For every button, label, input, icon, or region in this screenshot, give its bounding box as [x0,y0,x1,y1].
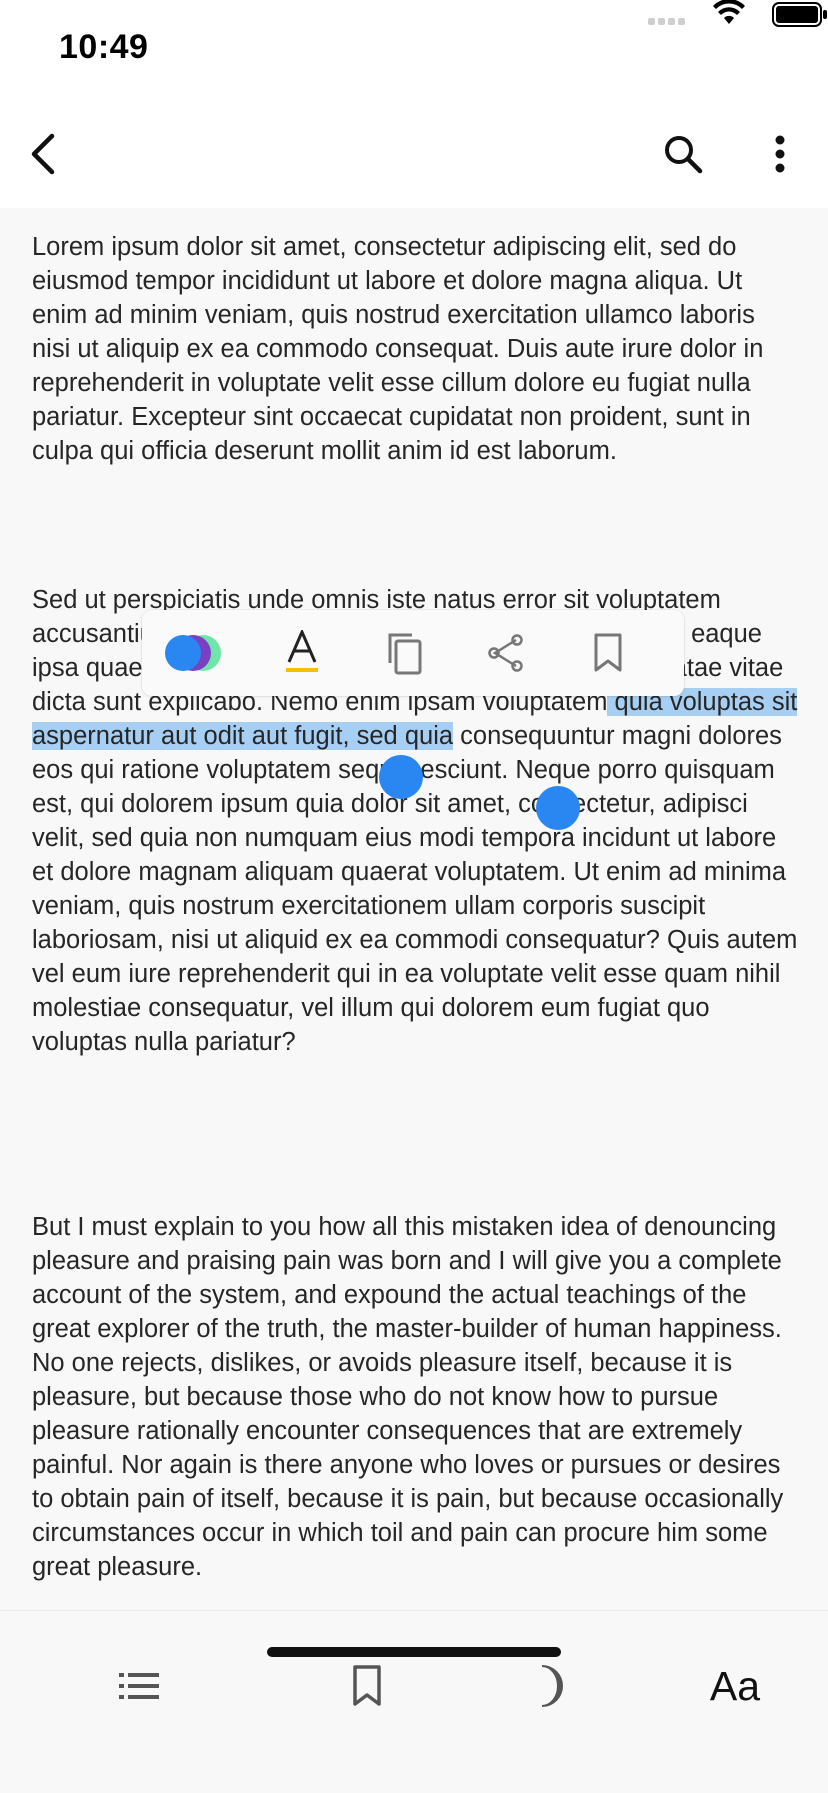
status-bar: 10:49 [0,0,828,100]
back-button[interactable] [12,122,76,186]
bottom-toolbar: Aa [0,1610,828,1793]
night-mode-button[interactable] [505,1651,595,1721]
home-indicator [267,1647,561,1657]
copy-button[interactable] [364,610,444,696]
selection-toolbar [142,610,684,696]
wifi-icon [713,0,745,24]
font-settings-button[interactable]: Aa [690,1651,780,1721]
add-bookmark-button[interactable] [568,610,648,696]
search-button[interactable] [651,122,715,186]
share-icon [488,634,523,672]
night-mode-moon-icon [541,1665,563,1707]
selection-end-handle[interactable] [536,786,580,830]
selection-start-handle[interactable] [379,755,423,799]
chevron-left-icon [31,133,55,175]
reader-content[interactable]: Lorem ipsum dolor sit amet, consectetur … [0,208,828,1610]
toc-list-icon [119,1673,159,1699]
text-underline-icon [286,630,318,672]
table-of-contents-button[interactable] [94,1651,184,1721]
paragraph-1[interactable]: Lorem ipsum dolor sit amet, consectetur … [32,230,800,468]
more-options-button[interactable] [748,122,812,186]
paragraph-3[interactable]: But I must explain to you how all this m… [32,1210,800,1584]
search-icon [665,136,703,174]
copy-icon [388,633,422,675]
highlight-color-icon [163,631,225,675]
underline-text-button[interactable] [262,610,342,696]
bookmark-icon [594,633,622,672]
battery-icon [772,2,827,27]
more-vertical-icon [775,135,785,173]
highlight-color-button[interactable] [154,610,234,696]
bookmark-icon [353,1665,381,1706]
nav-bar [0,100,828,208]
status-time: 10:49 [59,28,149,66]
share-button[interactable] [466,610,546,696]
cellular-signal-icon [648,18,688,26]
bookmarks-button[interactable] [322,1651,412,1721]
